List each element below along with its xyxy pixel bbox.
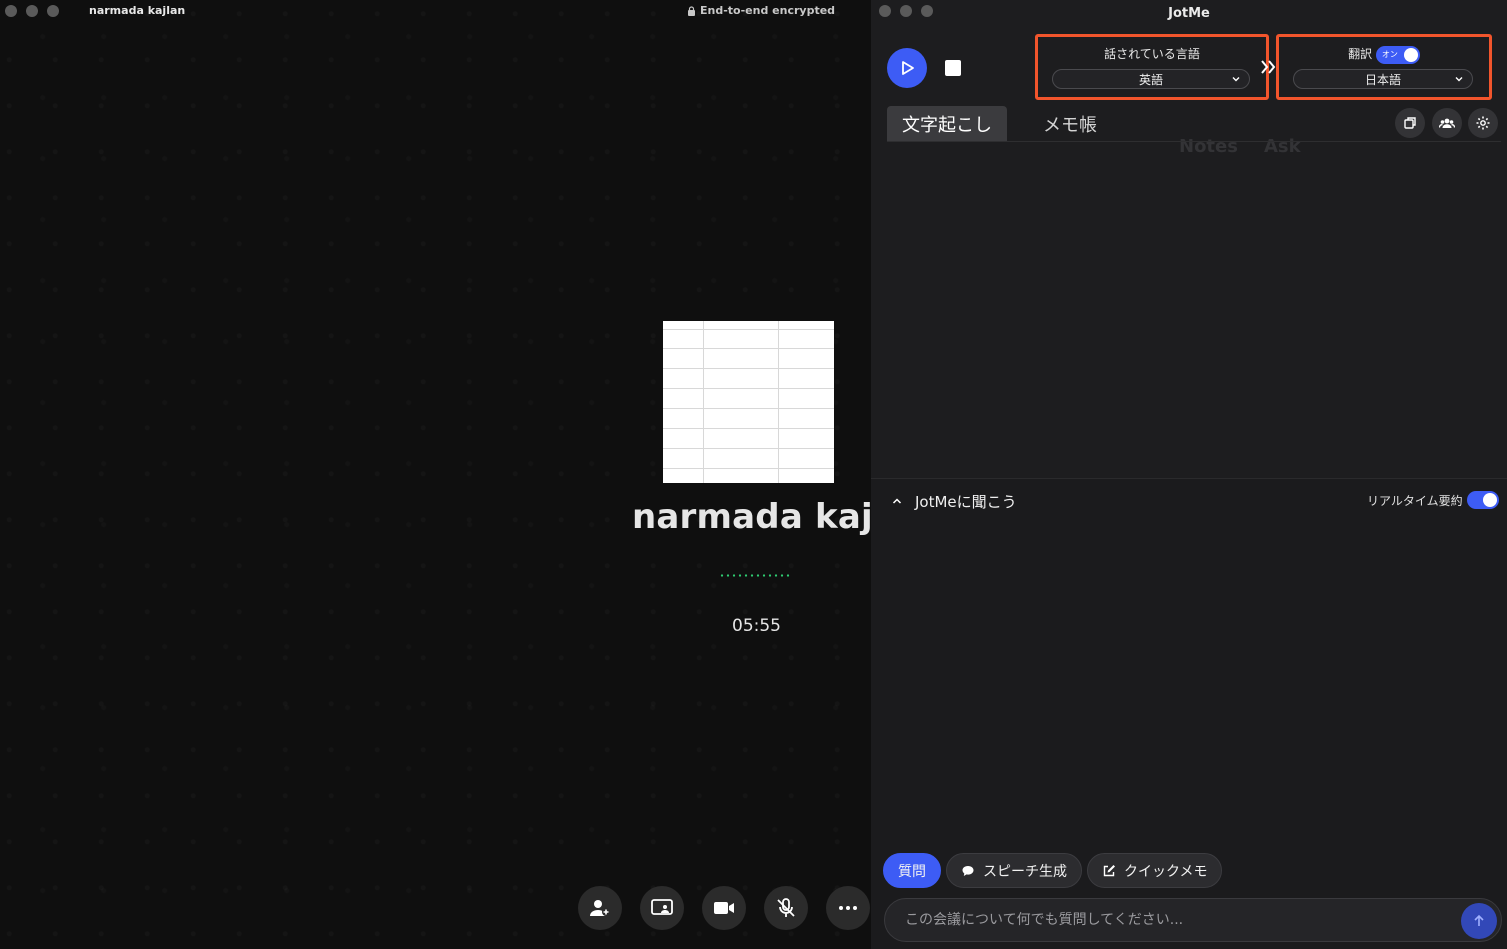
screen-share-button[interactable] [640,886,684,930]
translation-language-select[interactable]: 日本語 [1293,69,1473,89]
translation-label: 翻訳 [1348,47,1373,61]
encryption-text: End-to-end encrypted [700,4,836,17]
add-person-icon [590,900,610,916]
ask-jotme-title: JotMeに聞こう [915,493,1017,511]
caller-name: narmada kajlan [632,497,871,537]
tab-notepad[interactable]: メモ帳 [1043,106,1097,142]
ask-input[interactable] [905,899,1445,941]
swap-languages-icon[interactable] [1259,58,1277,76]
encryption-indicator: End-to-end encrypted [687,4,835,17]
spoken-language-value: 英語 [1138,72,1163,87]
call-window: narmada kajlan End-to-end encrypted narm… [0,0,871,949]
audio-activity-indicator [719,574,792,577]
ask-input-bar [884,898,1502,942]
ghost-tab-ask: Ask [1264,136,1301,157]
realtime-summary-label: リアルタイム要約 [1367,494,1463,508]
speakers-button[interactable] [1432,108,1462,138]
arrow-up-icon [1474,914,1484,926]
zoom-window-button[interactable] [47,5,59,17]
window-controls [5,5,59,17]
tab-transcription[interactable]: 文字起こし [887,106,1007,142]
spoken-language-section: 話されている言語 英語 [1035,34,1269,100]
copy-icon [1404,117,1416,129]
chat-bubble-icon [962,865,974,876]
people-icon [1439,118,1455,128]
translation-language-value: 日本語 [1364,72,1401,87]
quick-memo-chip[interactable]: クイックメモ [1087,853,1223,888]
spoken-language-select[interactable]: 英語 [1052,69,1250,89]
translation-header: 翻訳 オン [1279,45,1489,64]
lock-icon [688,5,695,16]
microphone-button[interactable] [764,886,808,930]
shared-spreadsheet-preview [663,321,834,483]
spoken-language-label: 話されている言語 [1104,47,1200,61]
chevron-down-icon [1232,77,1240,82]
send-button[interactable] [1461,903,1497,939]
quick-memo-label: クイックメモ [1124,863,1208,880]
translation-toggle-text: オン [1381,49,1398,59]
jotme-window: JotMe 話されている言語 英語 翻訳 オン 日本語 文字起こし メモ帳 No… [871,0,1507,949]
more-icon [839,906,857,910]
screen-share-icon [651,899,673,915]
close-window-button[interactable] [5,5,17,17]
call-window-title: narmada kajlan [89,4,186,17]
copy-button[interactable] [1395,108,1425,138]
video-camera-icon [714,902,734,914]
desktop: narmada kajlan End-to-end encrypted narm… [0,0,1507,949]
gear-icon [1476,116,1490,130]
jotme-title: JotMe [1168,6,1210,21]
question-chip-label: 質問 [898,863,926,880]
chevron-down-icon [1455,77,1463,82]
speech-generation-label: スピーチ生成 [983,863,1067,880]
minimize-window-button[interactable] [26,5,38,17]
play-icon [902,61,914,75]
mic-muted-icon [777,898,795,917]
start-transcription-button[interactable] [887,48,927,88]
translation-toggle[interactable]: オン [1375,45,1420,64]
edit-icon [1103,864,1115,876]
tab-divider [887,141,1501,142]
call-timer: 05:55 [732,616,781,636]
settings-button[interactable] [1468,108,1498,138]
question-chip[interactable]: 質問 [883,853,941,888]
ghost-tab-notes: Notes [1179,136,1238,157]
realtime-summary-toggle[interactable] [1467,491,1499,509]
video-button[interactable] [702,886,746,930]
add-participant-button[interactable] [578,886,622,930]
more-options-button[interactable] [826,886,870,930]
speech-generation-chip[interactable]: スピーチ生成 [946,853,1082,888]
chevron-up-icon[interactable] [891,495,903,507]
stop-button[interactable] [945,60,961,76]
translation-section: 翻訳 オン 日本語 [1276,34,1492,100]
